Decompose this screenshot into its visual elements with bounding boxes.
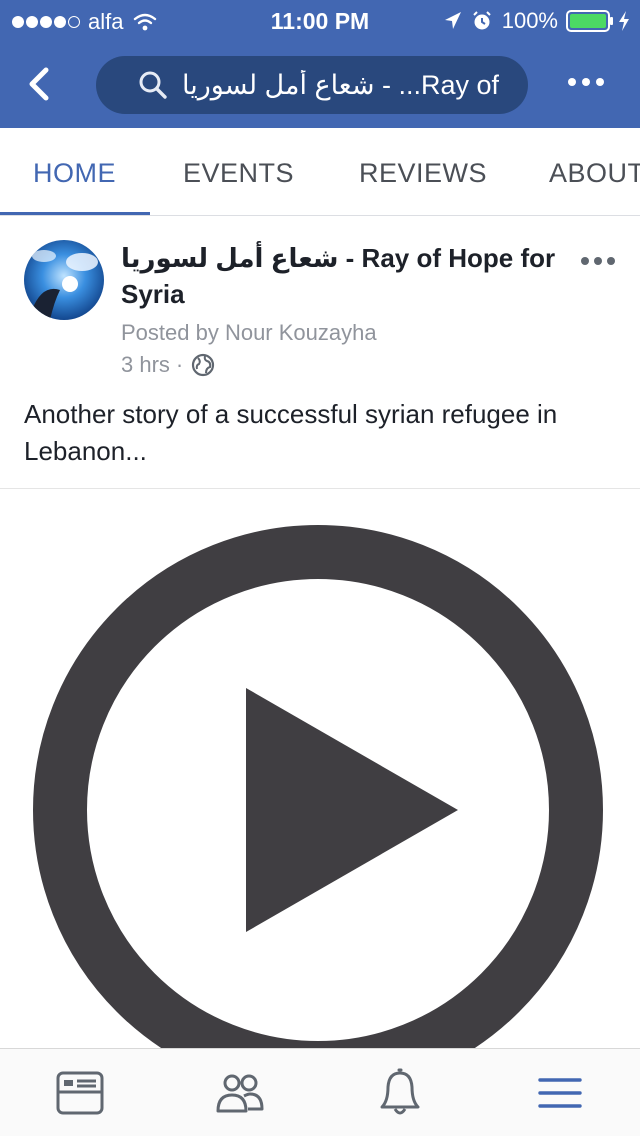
charging-bolt-icon	[619, 11, 629, 31]
search-bar[interactable]: شعاع أمل لسوريا - ...Ray of	[96, 56, 528, 114]
tab-about[interactable]: ABOUT	[549, 158, 640, 189]
play-icon[interactable]	[30, 522, 606, 1048]
meta-separator: ·	[175, 352, 184, 377]
page-avatar[interactable]	[24, 240, 104, 320]
posted-by-text: Posted by Nour Kouzayha	[121, 320, 377, 345]
post-divider	[0, 488, 640, 489]
status-bar: alfa 11:00 PM 100%	[0, 0, 640, 40]
video-thumbnail[interactable]	[0, 490, 640, 1048]
battery-icon	[566, 10, 613, 32]
post-timestamp[interactable]: 3 hrs	[121, 352, 170, 378]
header-nav: شعاع أمل لسوريا - ...Ray of	[0, 40, 640, 128]
tab-home[interactable]: HOME	[33, 158, 116, 189]
news-feed-icon[interactable]	[54, 1067, 106, 1119]
notifications-bell-icon[interactable]	[374, 1067, 426, 1119]
friends-icon[interactable]	[214, 1067, 266, 1119]
alarm-clock-icon	[473, 11, 491, 30]
active-tab-indicator	[0, 212, 150, 215]
page-tabs: HOME EVENTS REVIEWS ABOUT	[0, 128, 640, 216]
tab-reviews[interactable]: REVIEWS	[359, 158, 487, 189]
battery-percentage: 100%	[501, 8, 558, 33]
status-right: 100%	[444, 8, 630, 34]
page-name-link[interactable]: شعاع أمل لسوريا - Ray of Hope for Syria	[121, 240, 581, 312]
post-message: Another story of a successful syrian ref…	[24, 399, 558, 466]
top-bar: alfa 11:00 PM 100% شعاع أمل لسوريا - ...…	[0, 0, 640, 128]
globe-icon	[192, 353, 215, 377]
bottom-tab-bar	[0, 1048, 640, 1136]
search-query-text: شعاع أمل لسوريا - ...Ray of	[182, 69, 499, 100]
more-dots-icon[interactable]	[566, 76, 606, 88]
more-dots-icon[interactable]	[580, 256, 616, 266]
search-icon	[139, 71, 167, 99]
tab-events[interactable]: EVENTS	[183, 158, 294, 189]
menu-icon[interactable]	[534, 1067, 586, 1119]
location-arrow-icon	[444, 12, 461, 29]
post-meta: 3 hrs ·	[121, 352, 215, 378]
chevron-left-icon[interactable]	[24, 66, 56, 102]
